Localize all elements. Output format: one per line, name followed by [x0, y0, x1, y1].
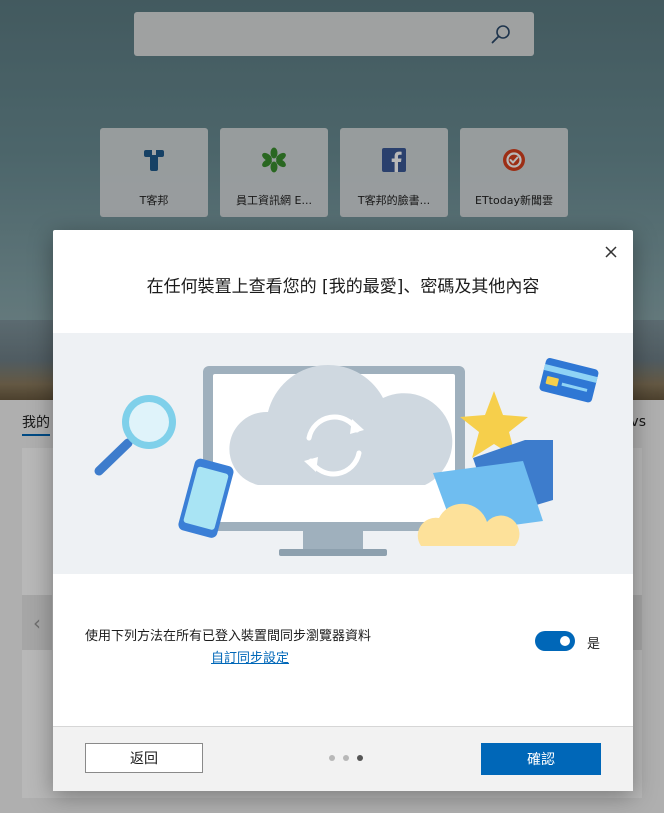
sync-toggle-label: 是 — [587, 637, 601, 652]
page-dot-active — [357, 755, 363, 761]
page-dot — [329, 755, 335, 761]
customize-sync-link[interactable]: 自訂同步設定 — [211, 647, 289, 666]
dialog-title: 在任何裝置上查看您的 [我的最愛]、密碼及其他內容 — [146, 277, 540, 297]
confirm-button[interactable]: 確認 — [481, 743, 601, 775]
page-dot — [343, 755, 349, 761]
sync-illustration — [53, 333, 633, 574]
sync-dialog: 在任何裝置上查看您的 [我的最愛]、密碼及其他內容 使用下列方法在所有已登入裝置… — [53, 230, 633, 791]
close-icon[interactable] — [601, 242, 621, 262]
page-indicator — [329, 755, 363, 761]
sync-toggle[interactable] — [535, 631, 575, 651]
dialog-footer: 返回 確認 — [53, 726, 633, 791]
toggle-knob — [560, 636, 570, 646]
back-button[interactable]: 返回 — [85, 743, 203, 773]
sync-description: 使用下列方法在所有已登入裝置間同步瀏覽器資料 — [85, 629, 372, 644]
